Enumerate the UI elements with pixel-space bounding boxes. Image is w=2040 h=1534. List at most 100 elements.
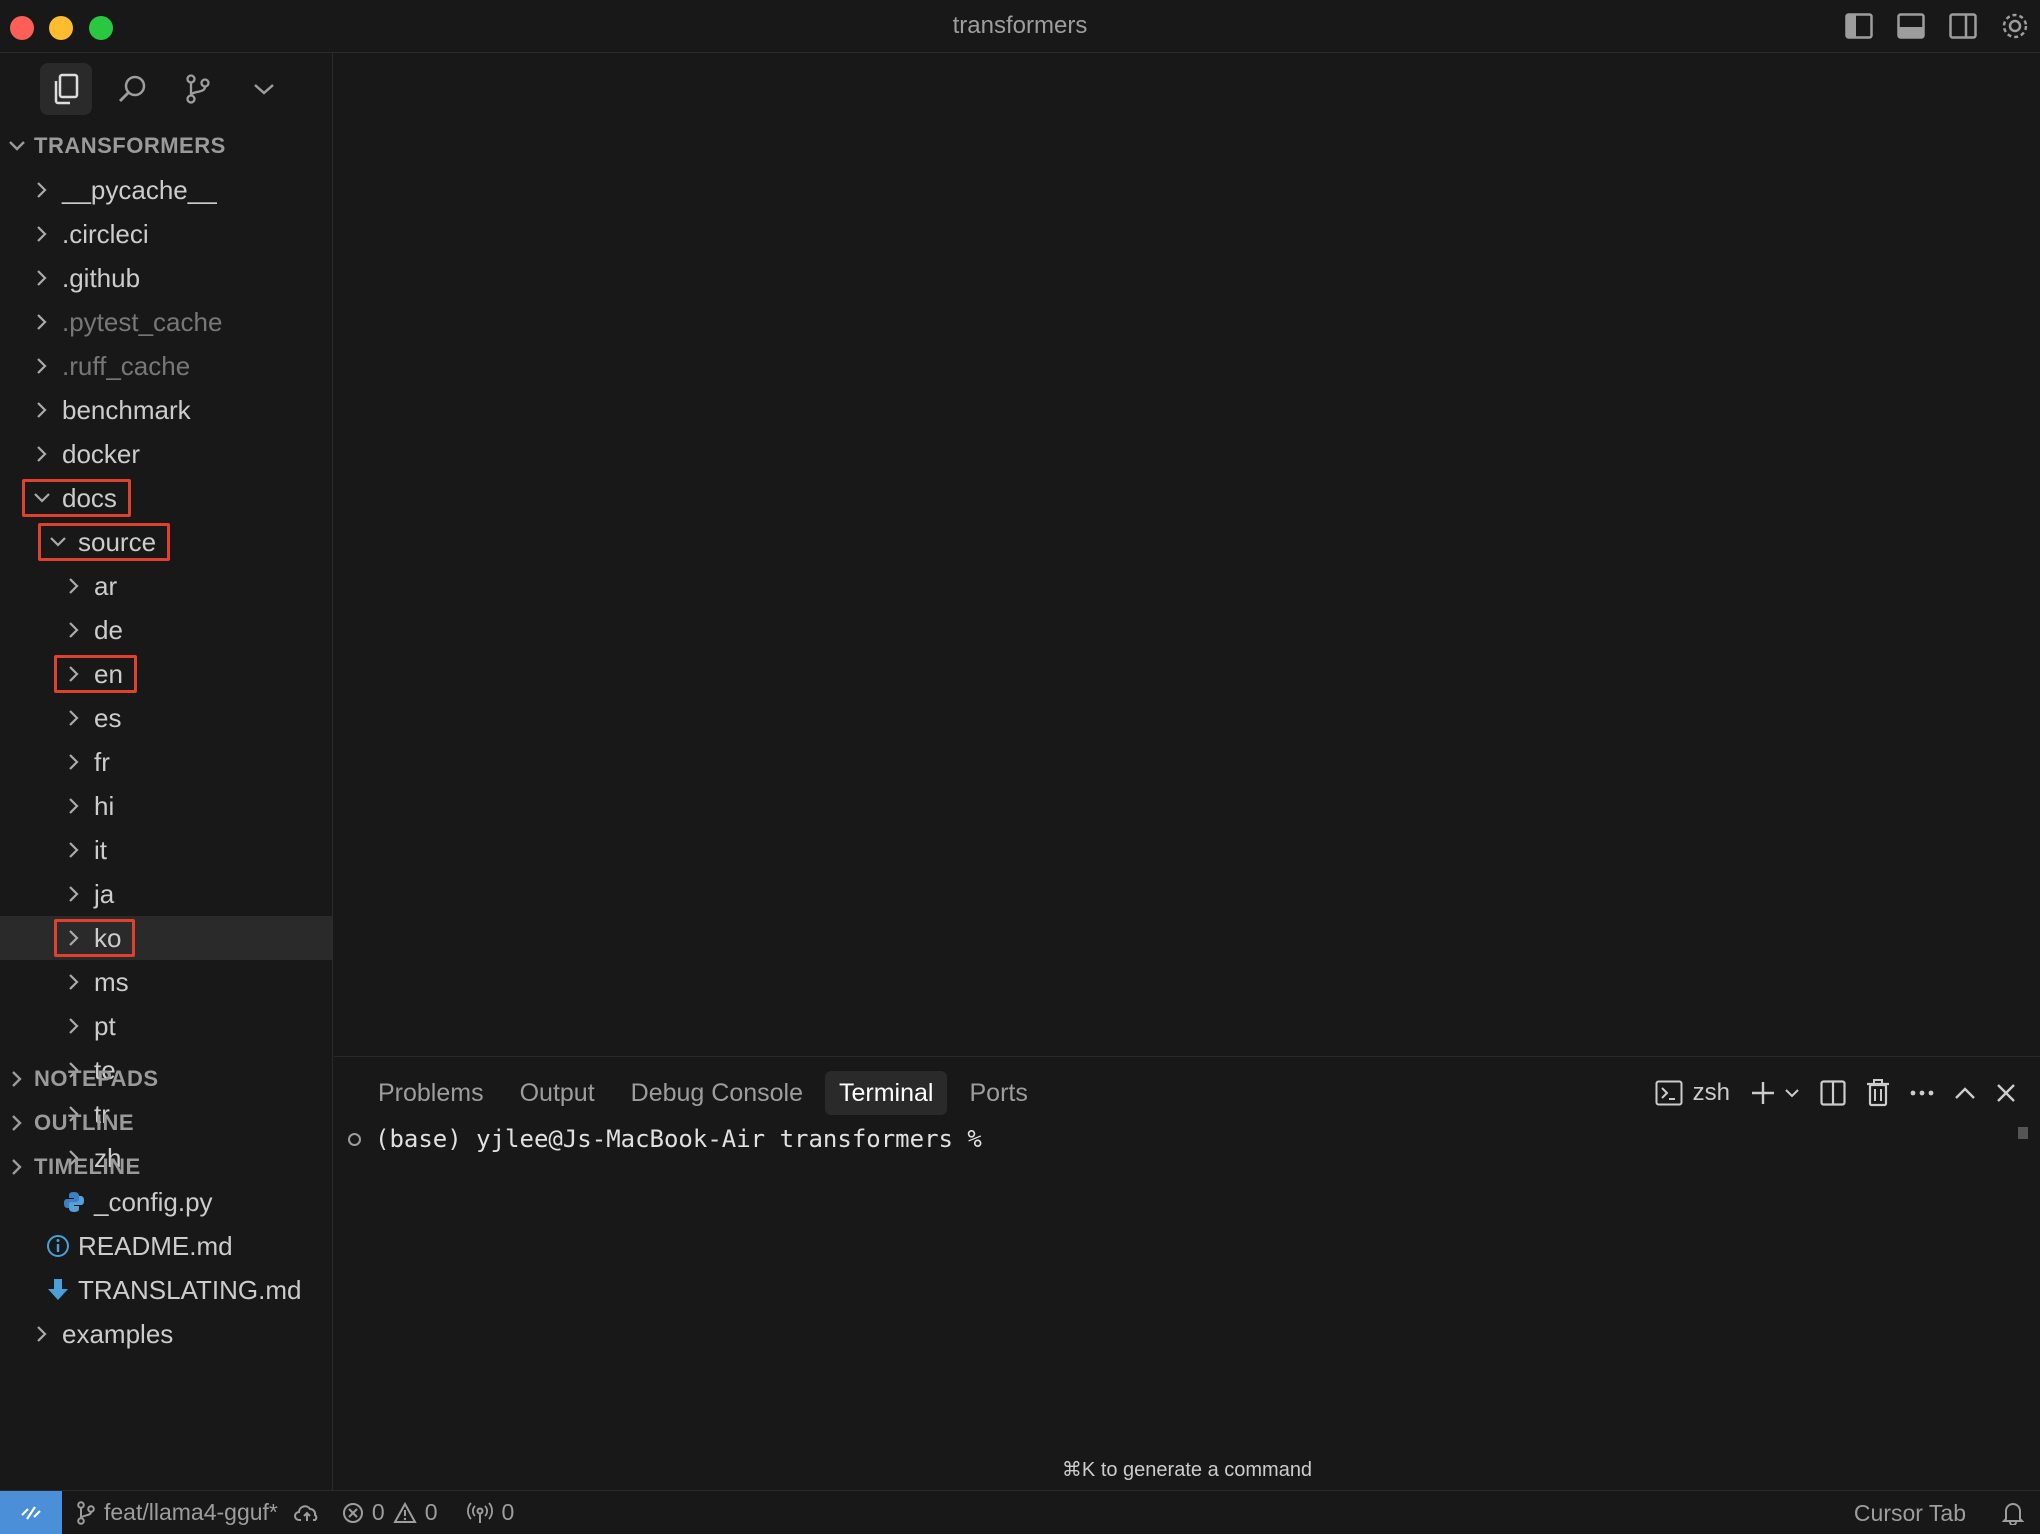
chevron-right-icon bbox=[28, 256, 56, 300]
tab-terminal[interactable]: Terminal bbox=[825, 1071, 948, 1115]
folder-ko[interactable]: ko bbox=[0, 916, 333, 960]
tree-item-label: .pytest_cache bbox=[62, 306, 223, 337]
toggle-panel-icon[interactable] bbox=[1894, 9, 1928, 43]
chevron-right-icon bbox=[60, 608, 88, 652]
close-panel-icon[interactable] bbox=[1996, 1071, 2016, 1115]
folder-pytest-cache[interactable]: .pytest_cache bbox=[0, 300, 333, 344]
title-bar: transformers bbox=[0, 0, 2040, 53]
folder-ms[interactable]: ms bbox=[0, 960, 333, 1004]
cursor-tab-status[interactable]: Cursor Tab bbox=[1854, 1500, 1966, 1527]
terminal-scrollbar[interactable] bbox=[2018, 1127, 2028, 1139]
source-control-icon[interactable] bbox=[172, 63, 224, 115]
tab-debug-console[interactable]: Debug Console bbox=[617, 1071, 817, 1115]
toggle-secondary-sidebar-icon[interactable] bbox=[1946, 9, 1980, 43]
split-terminal-icon[interactable] bbox=[1820, 1071, 1846, 1115]
chevron-right-icon bbox=[60, 872, 88, 916]
chevron-right-icon bbox=[60, 960, 88, 1004]
ports-count: 0 bbox=[501, 1499, 515, 1525]
git-branch-label: feat/llama4-gguf* bbox=[104, 1499, 278, 1525]
chevron-down-icon bbox=[1784, 1088, 1800, 1098]
tab-problems[interactable]: Problems bbox=[364, 1071, 498, 1115]
error-icon bbox=[342, 1502, 364, 1524]
file-translating-md[interactable]: TRANSLATING.md bbox=[0, 1268, 333, 1312]
tree-item-label: examples bbox=[62, 1318, 174, 1349]
ports-status[interactable]: 0 bbox=[467, 1499, 514, 1526]
git-branch-status[interactable]: feat/llama4-gguf* bbox=[76, 1499, 278, 1526]
download-arrow-icon bbox=[44, 1268, 72, 1312]
shell-label: zsh bbox=[1692, 1079, 1730, 1106]
tree-item-label: de bbox=[94, 614, 123, 645]
outline-section-label: OUTLINE bbox=[34, 1110, 135, 1135]
explorer-root-header[interactable]: TRANSFORMERS bbox=[0, 124, 333, 168]
explorer-sidebar: TRANSFORMERS __pycache__ .circleci .github… bbox=[0, 53, 333, 1490]
folder-ruff-cache[interactable]: .ruff_cache bbox=[0, 344, 333, 388]
folder-docs[interactable]: docs bbox=[0, 476, 333, 520]
new-terminal-button[interactable] bbox=[1750, 1071, 1800, 1115]
tab-output[interactable]: Output bbox=[506, 1071, 609, 1115]
chevron-right-icon bbox=[28, 1312, 56, 1356]
more-views-chevron-icon[interactable] bbox=[238, 63, 290, 115]
timeline-section-header[interactable]: TIMELINE bbox=[0, 1145, 333, 1189]
chevron-right-icon bbox=[60, 740, 88, 784]
notepads-section-header[interactable]: NOTEPADS bbox=[0, 1057, 333, 1101]
settings-gear-icon[interactable] bbox=[1998, 9, 2032, 43]
folder-ja[interactable]: ja bbox=[0, 872, 333, 916]
tab-ports[interactable]: Ports bbox=[955, 1071, 1041, 1115]
chevron-down-icon bbox=[44, 520, 72, 564]
folder-hi[interactable]: hi bbox=[0, 784, 333, 828]
folder-fr[interactable]: fr bbox=[0, 740, 333, 784]
toggle-primary-sidebar-icon[interactable] bbox=[1842, 9, 1876, 43]
chevron-right-icon bbox=[60, 916, 88, 960]
file-readme-md[interactable]: README.md bbox=[0, 1224, 333, 1268]
chevron-down-icon bbox=[28, 476, 56, 520]
folder-docker[interactable]: docker bbox=[0, 432, 333, 476]
chevron-right-icon bbox=[60, 696, 88, 740]
tree-item-label: __pycache__ bbox=[62, 174, 217, 205]
tree-item-label: pt bbox=[94, 1010, 116, 1041]
folder-it[interactable]: it bbox=[0, 828, 333, 872]
explorer-files-icon[interactable] bbox=[40, 63, 92, 115]
problems-status[interactable]: 0 0 bbox=[342, 1499, 438, 1526]
chevron-right-icon bbox=[28, 388, 56, 432]
tree-item-label: source bbox=[78, 526, 157, 557]
folder-pt[interactable]: pt bbox=[0, 1004, 333, 1048]
terminal-prompt-line[interactable]: (base) yjlee@Js-MacBook-Air transformers… bbox=[348, 1125, 982, 1153]
folder-source[interactable]: source bbox=[0, 520, 333, 564]
window-title: transformers bbox=[952, 12, 1088, 39]
chevron-right-icon bbox=[60, 652, 88, 696]
chevron-right-icon bbox=[60, 784, 88, 828]
chevron-right-icon bbox=[28, 300, 56, 344]
folder-en[interactable]: en bbox=[0, 652, 333, 696]
folder-circleci[interactable]: .circleci bbox=[0, 212, 333, 256]
more-actions-ellipsis-icon[interactable] bbox=[1910, 1071, 1934, 1115]
tree-item-label: .circleci bbox=[62, 218, 149, 249]
maximize-panel-chevron-up-icon[interactable] bbox=[1954, 1071, 1976, 1115]
search-icon[interactable] bbox=[106, 63, 158, 115]
tree-item-label: .github bbox=[62, 262, 141, 293]
folder-de[interactable]: de bbox=[0, 608, 333, 652]
tree-item-label: fr bbox=[94, 746, 110, 777]
tree-item-label: ms bbox=[94, 966, 129, 997]
chevron-right-icon bbox=[0, 1114, 34, 1132]
chevron-right-icon bbox=[60, 564, 88, 608]
tree-item-label: en bbox=[94, 658, 123, 689]
folder-pycache[interactable]: __pycache__ bbox=[0, 168, 333, 212]
command-status-dot-icon bbox=[348, 1132, 361, 1146]
folder-ar[interactable]: ar bbox=[0, 564, 333, 608]
folder-github[interactable]: .github bbox=[0, 256, 333, 300]
notifications-bell-icon[interactable] bbox=[2002, 1501, 2024, 1525]
folder-es[interactable]: es bbox=[0, 696, 333, 740]
folder-benchmark[interactable]: benchmark bbox=[0, 388, 333, 432]
editor-area[interactable] bbox=[334, 53, 2040, 1056]
warning-count: 0 bbox=[424, 1499, 438, 1525]
remote-indicator-icon[interactable] bbox=[0, 1490, 62, 1534]
info-icon bbox=[44, 1224, 72, 1268]
publish-branch-cloud-icon[interactable] bbox=[293, 1503, 320, 1523]
outline-section-header[interactable]: OUTLINE bbox=[0, 1101, 333, 1145]
kill-terminal-trash-icon[interactable] bbox=[1866, 1071, 1890, 1115]
plus-icon bbox=[1750, 1080, 1776, 1106]
terminal-shell-selector[interactable]: zsh bbox=[1655, 1071, 1730, 1115]
chevron-right-icon bbox=[28, 344, 56, 388]
folder-examples[interactable]: examples bbox=[0, 1312, 333, 1356]
tree-item-label: benchmark bbox=[62, 394, 191, 425]
